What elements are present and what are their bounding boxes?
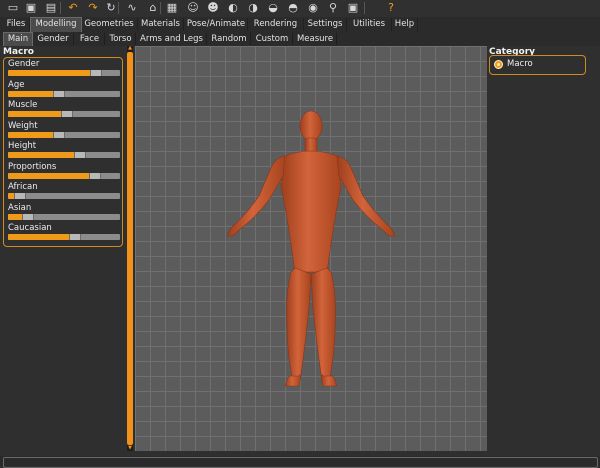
main-tab-geometries[interactable]: Geometries bbox=[81, 18, 138, 31]
main-tab-settings[interactable]: Settings bbox=[304, 18, 347, 31]
slider-label-gender: Gender bbox=[8, 59, 40, 69]
slider-handle[interactable] bbox=[53, 131, 66, 138]
help-icon[interactable]: ? bbox=[384, 1, 398, 15]
slider-fill bbox=[8, 152, 79, 158]
main-tab-files[interactable]: Files bbox=[3, 18, 30, 31]
slider-handle[interactable] bbox=[90, 70, 103, 76]
main-tab-modelling[interactable]: Modelling bbox=[30, 17, 82, 33]
macro-radio-label: Macro bbox=[507, 59, 533, 69]
slider-handle[interactable] bbox=[69, 234, 82, 240]
toolbar-separator bbox=[60, 2, 61, 14]
right-panel: Category Macro bbox=[487, 46, 600, 456]
main-tab-utilities[interactable]: Utilities bbox=[347, 18, 392, 31]
macro-panel-title: Macro bbox=[3, 47, 34, 57]
back-view-icon[interactable]: ☻ bbox=[206, 1, 220, 15]
slider-african[interactable] bbox=[8, 193, 120, 199]
screenshot-icon[interactable]: ▣ bbox=[346, 1, 360, 15]
slider-handle[interactable] bbox=[61, 111, 74, 117]
sub-tab-random[interactable]: Random bbox=[208, 33, 251, 45]
slider-label-height: Height bbox=[8, 141, 37, 151]
smooth-icon[interactable]: ∿ bbox=[125, 1, 139, 15]
new-file-icon[interactable]: ▭ bbox=[6, 1, 20, 15]
toolbar: ▭ ▣ ▤ ↶ ↷ ↻ ∿ ⌂ ▦ ☺ ☻ ◐ ◑ ◒ ◓ ◉ ⚲ ▣? bbox=[0, 0, 600, 17]
left-scrollbar[interactable]: ▲ ▼ bbox=[127, 46, 133, 451]
toolbar-separator bbox=[118, 2, 119, 14]
left-scrollbar-thumb[interactable] bbox=[127, 52, 133, 445]
macro-slider-group: Gender Age Muscle Weight Height Proportions Af… bbox=[3, 57, 123, 247]
main-tab-help[interactable]: Help bbox=[392, 18, 418, 31]
slider-fill bbox=[8, 90, 59, 97]
redo-icon[interactable]: ↷ bbox=[86, 1, 100, 15]
main-tab-bar: Files Modelling Geometries Materials Pose/An… bbox=[0, 17, 600, 33]
slider-gender[interactable] bbox=[8, 70, 120, 76]
main-tab-materials[interactable]: Materials bbox=[138, 18, 184, 31]
slider-handle[interactable] bbox=[89, 172, 102, 179]
slider-fill bbox=[8, 111, 67, 117]
slider-asian[interactable] bbox=[8, 213, 120, 220]
category-group: Macro bbox=[489, 55, 586, 75]
status-field bbox=[3, 457, 598, 468]
main-tab-pose-animate[interactable]: Pose/Animate bbox=[185, 18, 248, 31]
main-tab-rendering[interactable]: Rendering bbox=[248, 18, 304, 31]
slider-label-muscle: Muscle bbox=[8, 100, 38, 110]
slider-fill bbox=[8, 172, 95, 179]
human-model bbox=[226, 110, 396, 387]
sub-tab-main[interactable]: Main bbox=[3, 32, 33, 47]
3d-viewport[interactable] bbox=[135, 46, 487, 451]
slider-fill bbox=[8, 131, 59, 138]
top-view-icon[interactable]: ◒ bbox=[266, 1, 280, 15]
sub-tab-arms-and-legs[interactable]: Arms and Legs bbox=[137, 33, 207, 45]
slider-fill bbox=[8, 70, 96, 76]
slider-label-asian: Asian bbox=[8, 202, 32, 213]
macro-radio-button[interactable] bbox=[494, 60, 503, 69]
sub-tab-torso[interactable]: Torso bbox=[106, 33, 136, 45]
toolbar-separator bbox=[364, 2, 365, 14]
sub-tab-face[interactable]: Face bbox=[75, 33, 105, 45]
slider-weight[interactable] bbox=[8, 131, 120, 138]
right-view-icon[interactable]: ◑ bbox=[246, 1, 260, 15]
scroll-down-arrow-icon[interactable]: ▼ bbox=[127, 446, 133, 451]
bottom-view-icon[interactable]: ◓ bbox=[286, 1, 300, 15]
slider-handle[interactable] bbox=[53, 90, 66, 97]
save-icon[interactable]: ▣ bbox=[24, 1, 38, 15]
status-bar bbox=[0, 456, 600, 468]
reset-icon[interactable]: ↻ bbox=[104, 1, 118, 15]
slider-label-weight: Weight bbox=[8, 120, 38, 131]
slider-handle[interactable] bbox=[73, 152, 86, 158]
slider-age[interactable] bbox=[8, 90, 120, 97]
export-icon[interactable]: ▤ bbox=[44, 1, 58, 15]
wireframe-icon[interactable]: ⌂ bbox=[146, 1, 160, 15]
slider-proportions[interactable] bbox=[8, 172, 120, 179]
slider-label-african: African bbox=[8, 182, 38, 192]
background-icon[interactable]: ▦ bbox=[165, 1, 179, 15]
slider-caucasian[interactable] bbox=[8, 234, 120, 240]
sub-tab-measure[interactable]: Measure bbox=[294, 33, 337, 45]
undo-icon[interactable]: ↶ bbox=[66, 1, 80, 15]
slider-label-proportions: Proportions bbox=[8, 161, 57, 172]
slider-height[interactable] bbox=[8, 152, 120, 158]
slider-label-age: Age bbox=[8, 79, 25, 90]
front-view-icon[interactable]: ☺ bbox=[186, 1, 200, 15]
sub-tab-gender[interactable]: Gender bbox=[33, 33, 74, 45]
left-view-icon[interactable]: ◐ bbox=[226, 1, 240, 15]
sub-tab-bar: Main Gender Face Torso Arms and Legs Random Cu… bbox=[0, 32, 600, 47]
reset-camera-icon[interactable]: ◉ bbox=[306, 1, 320, 15]
slider-handle[interactable] bbox=[22, 213, 35, 220]
sub-tab-custom[interactable]: Custom bbox=[252, 33, 293, 45]
toolbar-separator bbox=[160, 2, 161, 14]
left-panel: Macro Gender Age Muscle Weight Height Proport… bbox=[0, 46, 125, 456]
slider-label-caucasian: Caucasian bbox=[8, 223, 52, 233]
pose-icon[interactable]: ⚲ bbox=[326, 1, 340, 15]
slider-muscle[interactable] bbox=[8, 111, 120, 117]
slider-handle[interactable] bbox=[14, 193, 27, 199]
slider-fill bbox=[8, 234, 75, 240]
scroll-up-arrow-icon[interactable]: ▲ bbox=[127, 46, 133, 51]
